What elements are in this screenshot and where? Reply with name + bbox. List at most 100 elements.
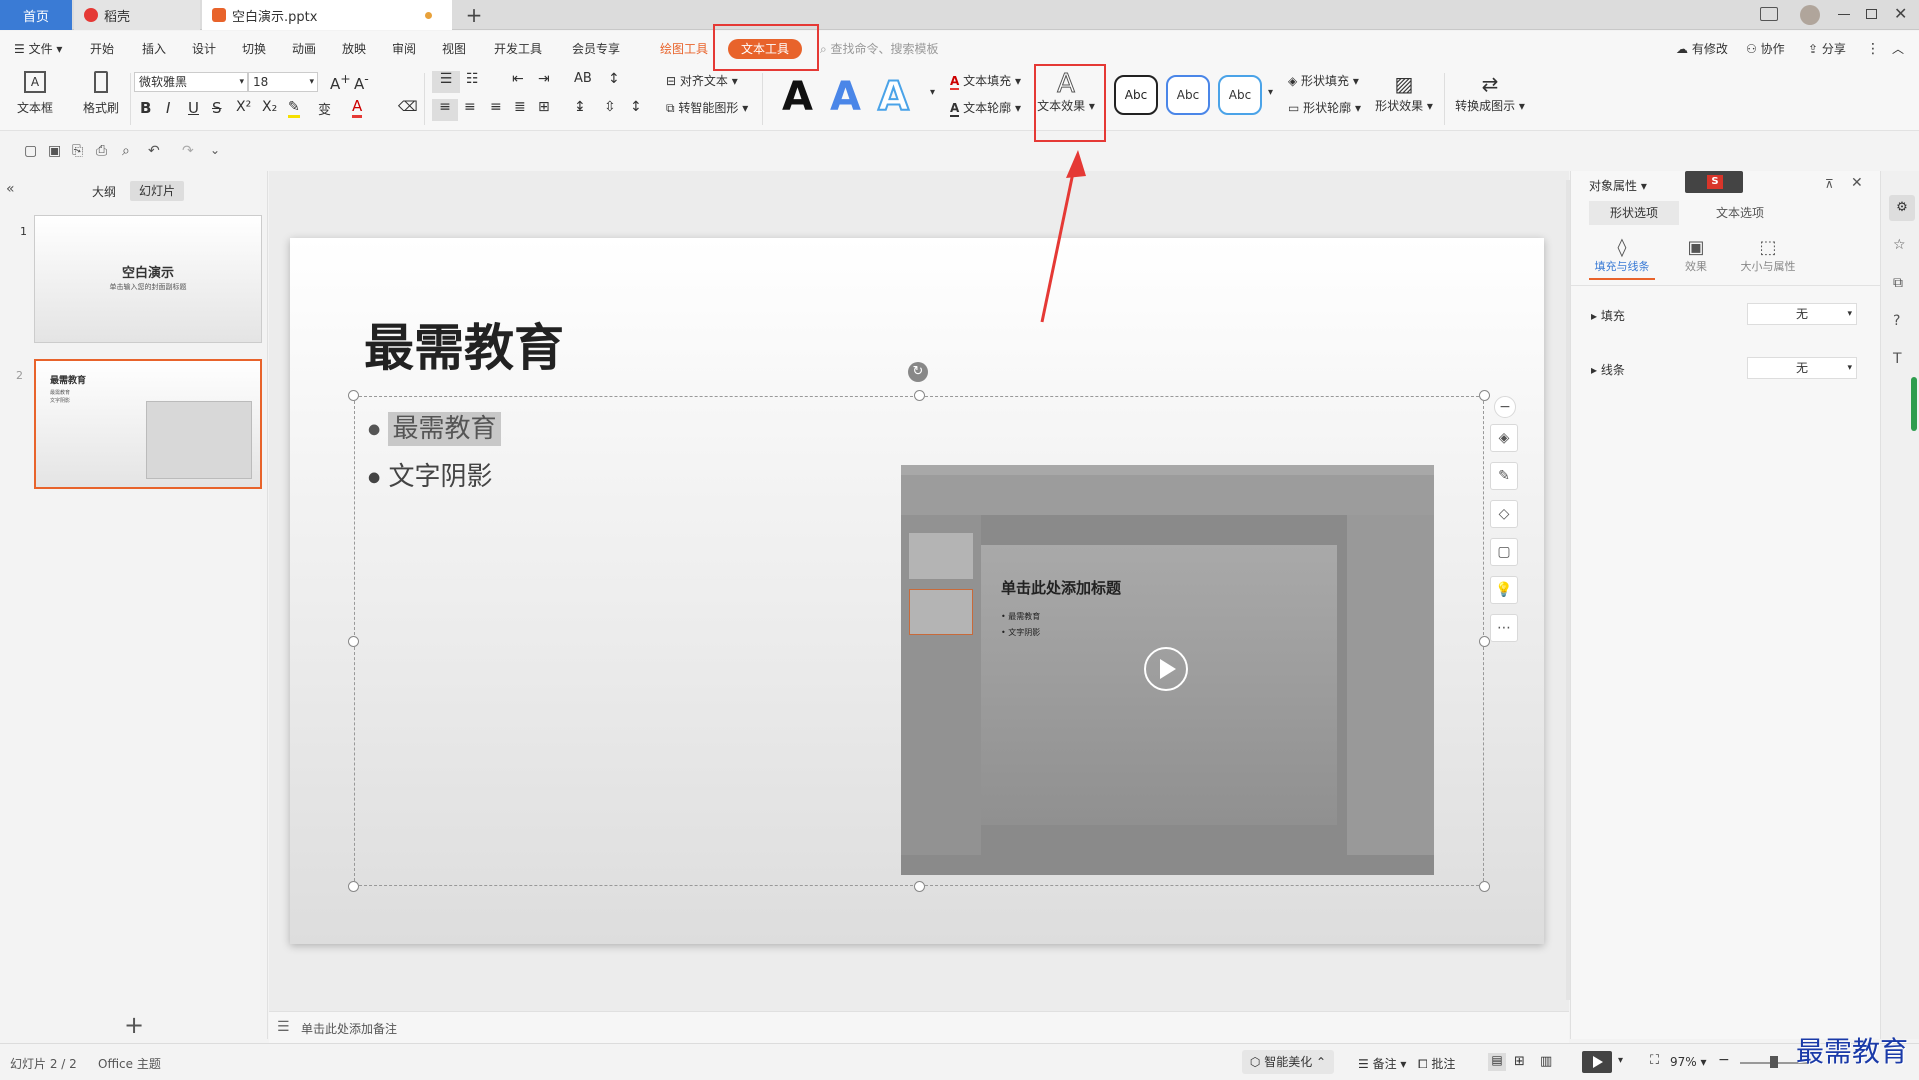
text-style-more-icon[interactable]: ▾	[930, 87, 935, 98]
text-outline-button[interactable]: A 文本轮廓 ▾	[950, 99, 1021, 117]
resize-handle[interactable]	[348, 636, 359, 647]
menu-review[interactable]: 审阅	[392, 31, 416, 67]
line-section-toggle[interactable]: ▸ 线条	[1591, 361, 1625, 378]
fill-icon[interactable]: ◇	[1490, 500, 1518, 528]
tab-slides[interactable]: 幻灯片	[130, 181, 184, 201]
zoom-level[interactable]: 97% ▾	[1670, 1055, 1707, 1069]
tab-docer[interactable]: 稻壳	[74, 0, 200, 30]
resize-handle[interactable]	[348, 390, 359, 401]
slide-thumbnail-1[interactable]: 空白演示 单击输入您的封面副标题	[34, 215, 262, 343]
resize-handle[interactable]	[1479, 390, 1490, 401]
window-layout-icon[interactable]	[1760, 7, 1778, 21]
slide-thumbnail-2[interactable]: 最需教育 最需教育 文字阴影	[34, 359, 262, 489]
lightbulb-icon[interactable]: 💡	[1490, 576, 1518, 604]
tab-shape-options[interactable]: 形状选项	[1589, 201, 1679, 225]
redo-icon[interactable]: ↷	[182, 143, 194, 159]
close-window-icon[interactable]: ✕	[1894, 4, 1907, 23]
notes-toggle-button[interactable]: ☰ 备注 ▾	[1358, 1055, 1406, 1072]
print-icon[interactable]: ⎙	[96, 143, 107, 159]
pin-icon[interactable]: ⊼	[1825, 177, 1834, 191]
numbering-icon[interactable]: ☷	[466, 71, 479, 87]
zoom-out-icon[interactable]: −	[1494, 396, 1516, 418]
text-style-black[interactable]: A	[782, 77, 813, 117]
grow-font-icon[interactable]: A+	[330, 71, 351, 93]
frame-icon[interactable]: ▢	[1490, 538, 1518, 566]
column-spacing-icon[interactable]: ↕	[630, 99, 642, 115]
menu-drawing-tools[interactable]: 绘图工具	[660, 31, 708, 67]
text-style-blue[interactable]: A	[830, 77, 861, 117]
resize-handle[interactable]	[1479, 636, 1490, 647]
more-menu-icon[interactable]: ⋮	[1866, 31, 1880, 67]
undo-icon[interactable]: ↶	[148, 143, 160, 159]
normal-view-icon[interactable]: ▤	[1488, 1053, 1506, 1071]
share-button[interactable]: ⇪ 分享	[1808, 31, 1846, 67]
paragraph-spacing-icon[interactable]: ⇳	[604, 99, 616, 115]
tab-outline[interactable]: 大纲	[92, 183, 116, 200]
play-slideshow-button[interactable]	[1582, 1051, 1612, 1073]
slide-title[interactable]: 最需教育	[364, 308, 564, 380]
menu-member[interactable]: 会员专享	[572, 31, 620, 67]
user-avatar[interactable]	[1800, 5, 1820, 25]
align-text-button[interactable]: ⊟ 对齐文本 ▾	[666, 72, 738, 89]
strikethrough-icon[interactable]: S	[212, 99, 222, 117]
menu-view[interactable]: 视图	[442, 31, 466, 67]
text-effect-button[interactable]: A 文本效果 ▾	[1034, 71, 1098, 114]
format-icon[interactable]: ⎘	[72, 143, 83, 159]
convert-to-diagram-button[interactable]: ⇄ 转换成图示 ▾	[1454, 71, 1526, 114]
more-tools-icon[interactable]: ⋯	[1490, 614, 1518, 642]
format-painter-button[interactable]: 格式刷	[78, 71, 124, 116]
justify-icon[interactable]: ≣	[514, 99, 526, 115]
subscript-icon[interactable]: X₂	[262, 99, 277, 115]
increase-indent-icon[interactable]: ⇥	[538, 71, 550, 87]
command-search[interactable]: ⌕ 查找命令、搜索模板	[820, 31, 939, 67]
close-panel-icon[interactable]: ✕	[1851, 175, 1863, 191]
menu-transition[interactable]: 切换	[242, 31, 266, 67]
copy-rail-icon[interactable]: ⧉	[1893, 275, 1903, 291]
distribute-icon[interactable]: ⊞	[538, 99, 550, 115]
line-select[interactable]: 无 ▾	[1747, 357, 1857, 379]
phonetic-icon[interactable]: 变	[318, 99, 331, 118]
collapse-ribbon-icon[interactable]: ︿	[1892, 31, 1904, 67]
video-play-button[interactable]	[1144, 647, 1188, 691]
font-color-icon[interactable]: A	[352, 97, 363, 118]
new-file-icon[interactable]: ▢	[24, 143, 37, 159]
bold-icon[interactable]: B	[140, 99, 151, 117]
collapse-panel-icon[interactable]: «	[6, 181, 15, 197]
clear-format-icon[interactable]: ⌫	[398, 99, 418, 115]
underline-icon[interactable]: U	[188, 99, 199, 117]
shape-style-more-icon[interactable]: ▾	[1268, 87, 1273, 98]
menu-file[interactable]: ☰ 文件 ▾	[14, 31, 62, 67]
align-center-icon[interactable]: ≡	[464, 99, 476, 115]
collaborate-button[interactable]: ⚇ 协作	[1746, 31, 1785, 67]
preview-icon[interactable]: ⌕	[122, 143, 130, 159]
menu-animation[interactable]: 动画	[292, 31, 316, 67]
sorter-view-icon[interactable]: ⊞	[1514, 1054, 1525, 1069]
resize-handle[interactable]	[1479, 881, 1490, 892]
sort-icon[interactable]: ↕	[608, 71, 620, 87]
reading-view-icon[interactable]: ▥	[1540, 1054, 1552, 1069]
decrease-indent-icon[interactable]: ⇤	[512, 71, 524, 87]
rotate-handle-icon[interactable]: ↻	[908, 362, 928, 382]
shape-outline-button[interactable]: ▭ 形状轮廓 ▾	[1288, 99, 1361, 116]
bullets-icon[interactable]: ☰	[432, 71, 460, 93]
add-tab-button[interactable]: +	[462, 3, 486, 27]
align-right-icon[interactable]: ≡	[490, 99, 502, 115]
bullet-item[interactable]: ● 文字阴影	[368, 456, 493, 493]
animation-rail-icon[interactable]: ☆	[1893, 237, 1906, 253]
font-size-select[interactable]: 18 ▾	[248, 72, 318, 92]
subtab-size[interactable]: ⬚ 大小与属性	[1731, 237, 1805, 274]
panel-title[interactable]: 对象属性 ▾	[1589, 177, 1647, 194]
add-slide-button[interactable]: +	[124, 1011, 144, 1039]
fill-section-toggle[interactable]: ▸ 填充	[1591, 307, 1625, 324]
resize-handle[interactable]	[348, 881, 359, 892]
shape-style-dark[interactable]: Abc	[1114, 75, 1158, 115]
text-rail-icon[interactable]: T	[1893, 351, 1902, 367]
resize-handle[interactable]	[914, 881, 925, 892]
text-fill-button[interactable]: A 文本填充 ▾	[950, 72, 1021, 90]
align-left-icon[interactable]: ≡	[432, 99, 458, 121]
fill-select[interactable]: 无 ▾	[1747, 303, 1857, 325]
embedded-video[interactable]: 单击此处添加标题 • 最需教育 • 文字阴影	[901, 465, 1434, 875]
slideshow-dropdown-icon[interactable]: ▾	[1618, 1055, 1623, 1066]
smart-beautify-button[interactable]: ⬡ 智能美化 ⌃	[1242, 1050, 1334, 1074]
layers-icon[interactable]: ◈	[1490, 424, 1518, 452]
